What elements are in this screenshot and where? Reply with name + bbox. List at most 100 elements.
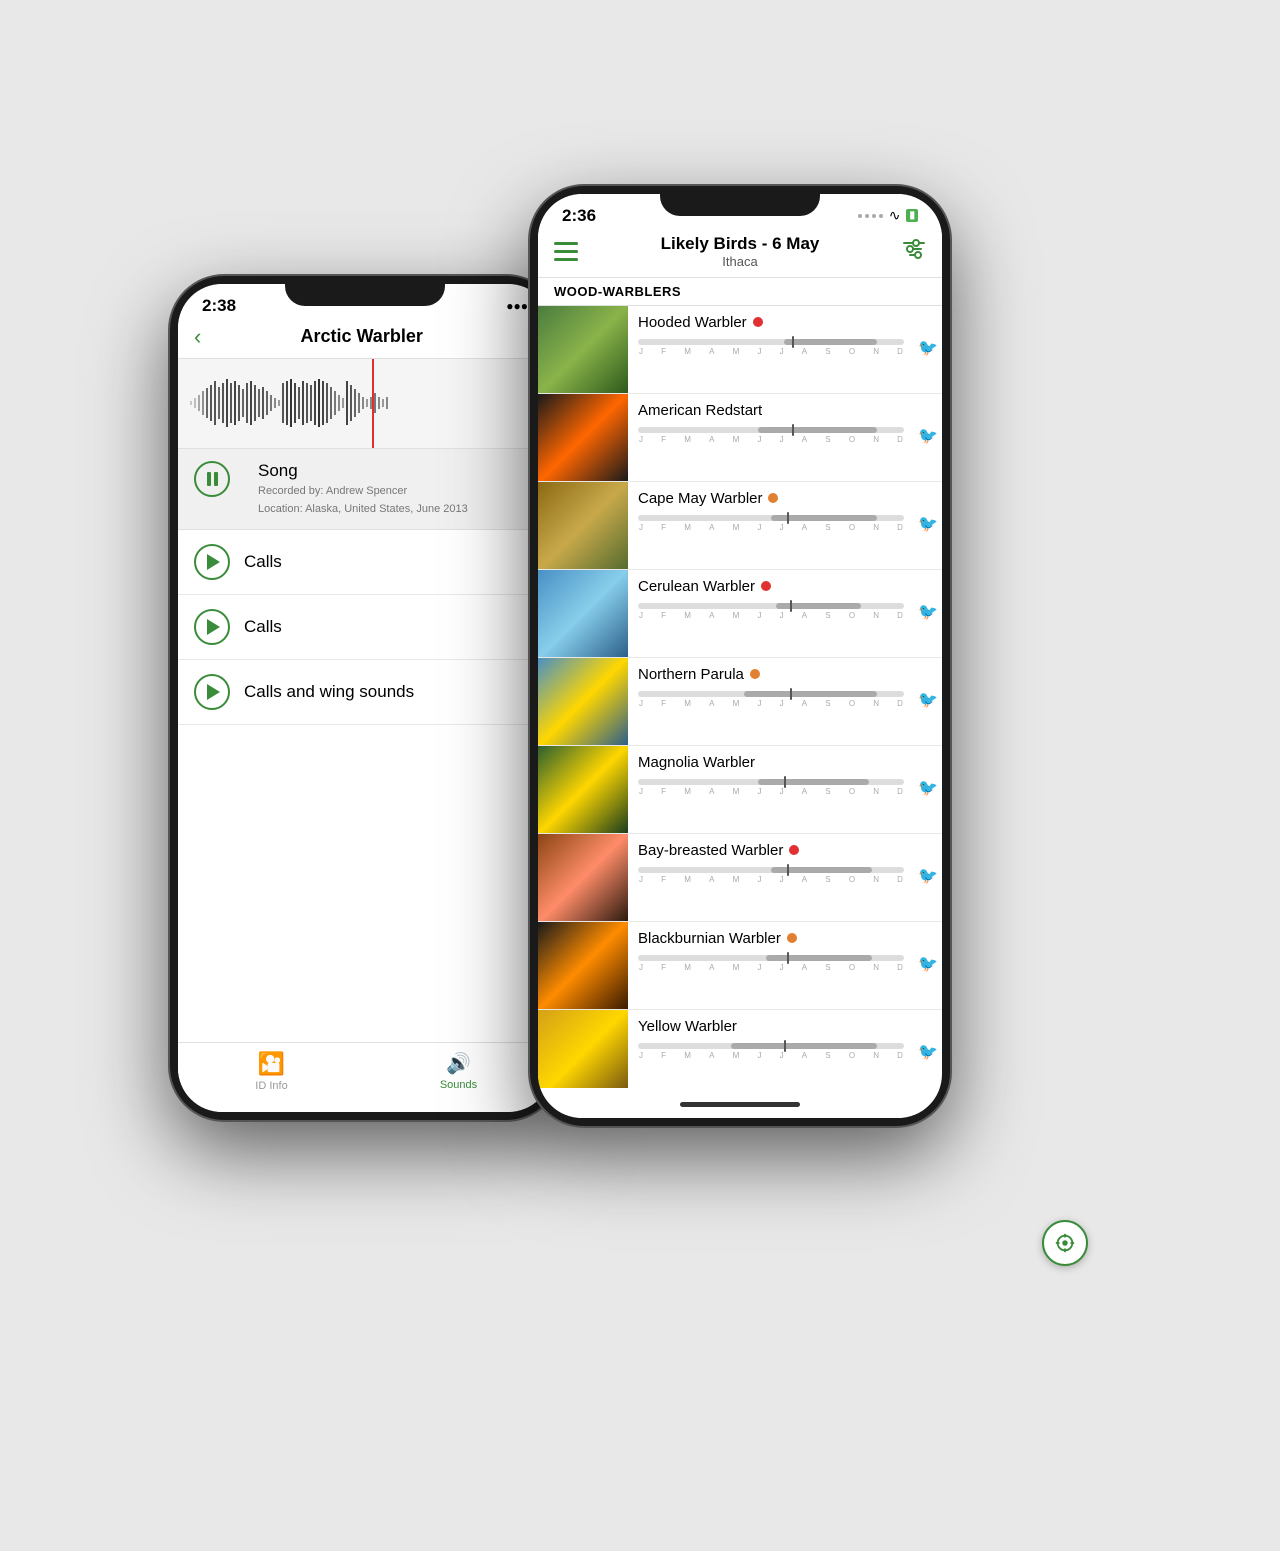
menu-button[interactable] (554, 242, 578, 261)
p1-header: ‹ Arctic Warbler (178, 320, 552, 359)
p1-back-button[interactable]: ‹ (194, 324, 201, 350)
calls-label-2: Calls (244, 617, 282, 637)
bird-name-6: Bay-breasted Warbler (638, 842, 783, 859)
location-icon (1054, 1232, 1076, 1254)
bird-thumb-8 (538, 1010, 628, 1088)
bird-silhouette-col-5: 🐦 (914, 746, 942, 833)
play-icon-3 (207, 684, 220, 700)
bird-thumb-1 (538, 394, 628, 481)
play-button-1[interactable] (194, 544, 230, 580)
bird-row-4[interactable]: Northern ParulaJFMAMJJASOND🐦 (538, 658, 942, 746)
bird-info-1: American RedstartJFMAMJJASOND (628, 394, 914, 481)
tab-id-info-label: ID Info (255, 1080, 287, 1092)
bird-silhouette-7: 🐦 (918, 957, 938, 973)
p1-song-item[interactable]: Song Recorded by: Andrew Spencer Locatio… (178, 449, 552, 531)
bird-bar-6 (638, 867, 904, 873)
bird-thumb-0 (538, 306, 628, 393)
p1-calls-wing-item[interactable]: Calls and wing sounds (178, 660, 552, 725)
bird-bar-5 (638, 779, 904, 785)
bird-bar-8 (638, 1043, 904, 1049)
bird-name-2: Cape May Warbler (638, 490, 762, 507)
bird-info-5: Magnolia WarblerJFMAMJJASOND (628, 746, 914, 833)
bird-dot-2 (768, 493, 778, 503)
bird-silhouette-col-6: 🐦 (914, 834, 942, 921)
bird-silhouette-1: 🐦 (918, 429, 938, 445)
bird-row-3[interactable]: Cerulean WarblerJFMAMJJASOND🐦 (538, 570, 942, 658)
bird-dot-4 (750, 669, 760, 679)
bird-row-8[interactable]: Yellow WarblerJFMAMJJASOND🐦 (538, 1010, 942, 1088)
bird-info-2: Cape May WarblerJFMAMJJASOND (628, 482, 914, 569)
p2-page-title: Likely Birds - 6 May (661, 234, 820, 254)
bird-row-0[interactable]: Hooded WarblerJFMAMJJASOND🐦 (538, 306, 942, 394)
bird-thumb-6 (538, 834, 628, 921)
p2-header: Likely Birds - 6 May Ithaca (538, 230, 942, 278)
p1-calls-item-2[interactable]: Calls (178, 595, 552, 660)
scene: 2:38 ●●● ‹ Arctic Warbler (140, 176, 1140, 1376)
play-icon-1 (207, 554, 220, 570)
bird-dot-0 (753, 317, 763, 327)
bird-row-2[interactable]: Cape May WarblerJFMAMJJASOND🐦 (538, 482, 942, 570)
play-button-2[interactable] (194, 609, 230, 645)
tab-sounds[interactable]: 🔊 Sounds (365, 1051, 552, 1092)
bird-dot-3 (761, 581, 771, 591)
bird-bar-0 (638, 339, 904, 345)
bird-silhouette-2: 🐦 (918, 517, 938, 533)
bird-silhouette-5: 🐦 (918, 781, 938, 797)
calls-wing-label: Calls and wing sounds (244, 682, 414, 702)
bird-dot-6 (789, 845, 799, 855)
p2-section-header: WOOD-WARBLERS (538, 278, 942, 306)
bird-silhouette-0: 🐦 (918, 341, 938, 357)
bird-row-6[interactable]: Bay-breasted WarblerJFMAMJJASOND🐦 (538, 834, 942, 922)
phone-1-notch (285, 276, 445, 306)
phone-2-screen: 2:36 ∿ ▮ (538, 194, 942, 1118)
bird-row-5[interactable]: Magnolia WarblerJFMAMJJASOND🐦 (538, 746, 942, 834)
song-meta-recorder: Recorded by: Andrew Spencer (258, 484, 468, 499)
p1-calls-item-1[interactable]: Calls (178, 530, 552, 595)
tab-id-info[interactable]: 🎦 ID Info (178, 1051, 365, 1092)
p1-waveform[interactable] (178, 359, 552, 449)
bird-name-4: Northern Parula (638, 666, 744, 683)
tab-sounds-label: Sounds (440, 1079, 477, 1091)
bird-name-8: Yellow Warbler (638, 1018, 737, 1035)
bird-silhouette-col-1: 🐦 (914, 394, 942, 481)
bird-thumb-7 (538, 922, 628, 1009)
bird-silhouette-4: 🐦 (918, 693, 938, 709)
bird-info-3: Cerulean WarblerJFMAMJJASOND (628, 570, 914, 657)
p1-time: 2:38 (202, 296, 236, 316)
phone-1-screen: 2:38 ●●● ‹ Arctic Warbler (178, 284, 552, 1112)
calls-label-1: Calls (244, 552, 282, 572)
location-button[interactable] (1042, 1220, 1088, 1266)
home-indicator-area (538, 1088, 942, 1118)
bird-row-1[interactable]: American RedstartJFMAMJJASOND🐦 (538, 394, 942, 482)
hamburger-line-1 (554, 242, 578, 245)
bird-thumb-5 (538, 746, 628, 833)
pause-button[interactable] (194, 461, 230, 497)
bird-info-8: Yellow WarblerJFMAMJJASOND (628, 1010, 914, 1088)
bird-info-7: Blackburnian WarblerJFMAMJJASOND (628, 922, 914, 1009)
hamburger-line-2 (554, 250, 578, 253)
pause-icon (207, 472, 218, 486)
bird-silhouette-8: 🐦 (918, 1045, 938, 1061)
bird-row-7[interactable]: Blackburnian WarblerJFMAMJJASOND🐦 (538, 922, 942, 1010)
p2-header-center: Likely Birds - 6 May Ithaca (661, 234, 820, 269)
bird-bar-1 (638, 427, 904, 433)
bird-silhouette-col-2: 🐦 (914, 482, 942, 569)
bird-info-4: Northern ParulaJFMAMJJASOND (628, 658, 914, 745)
bird-silhouette-col-4: 🐦 (914, 658, 942, 745)
bird-name-5: Magnolia Warbler (638, 754, 755, 771)
bird-silhouette-col-7: 🐦 (914, 922, 942, 1009)
bird-name-7: Blackburnian Warbler (638, 930, 781, 947)
bird-thumb-3 (538, 570, 628, 657)
p1-tab-bar: 🎦 ID Info 🔊 Sounds (178, 1042, 552, 1112)
bird-silhouette-col-3: 🐦 (914, 570, 942, 657)
bird-info-0: Hooded WarblerJFMAMJJASOND (628, 306, 914, 393)
filter-button[interactable] (902, 239, 926, 264)
song-label: Song (258, 461, 468, 481)
bird-silhouette-col-8: 🐦 (914, 1010, 942, 1088)
play-icon-2 (207, 619, 220, 635)
phone-1: 2:38 ●●● ‹ Arctic Warbler (170, 276, 560, 1120)
phone-2-notch (660, 186, 820, 216)
p2-time: 2:36 (562, 206, 596, 226)
play-button-3[interactable] (194, 674, 230, 710)
bird-list[interactable]: Hooded WarblerJFMAMJJASOND🐦American Reds… (538, 306, 942, 1088)
